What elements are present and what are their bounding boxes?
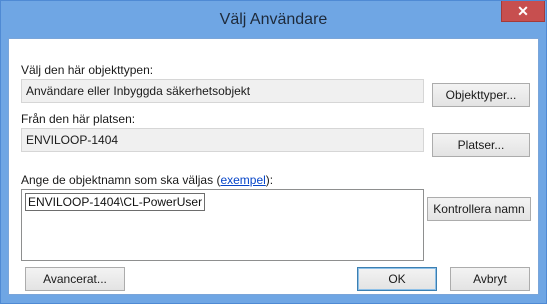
title-bar[interactable]: Välj Användare ✕	[1, 1, 546, 37]
object-types-button[interactable]: Objekttyper...	[432, 83, 530, 107]
ok-button[interactable]: OK	[357, 267, 437, 291]
select-users-dialog: Välj Användare ✕ Välj den här objekttype…	[0, 0, 547, 304]
object-names-label-end: ):	[265, 173, 274, 187]
location-label: Från den här platsen:	[21, 112, 136, 126]
object-names-label-text: Ange de objektnamn som ska väljas (	[21, 173, 221, 187]
cancel-button[interactable]: Avbryt	[450, 267, 530, 291]
locations-button[interactable]: Platser...	[432, 133, 530, 157]
dialog-body: Välj den här objekttypen: Användare elle…	[8, 38, 539, 295]
object-names-value: ENVILOOP-1404\CL-PowerUser	[25, 193, 206, 211]
object-names-input[interactable]: ENVILOOP-1404\CL-PowerUser	[21, 189, 424, 261]
object-names-label: Ange de objektnamn som ska väljas (exemp…	[21, 173, 273, 187]
advanced-button[interactable]: Avancerat...	[25, 267, 125, 291]
location-field: ENVILOOP-1404	[21, 128, 424, 152]
examples-link[interactable]: exempel	[220, 173, 265, 187]
check-names-button[interactable]: Kontrollera namn	[427, 197, 531, 221]
dialog-title: Välj Användare	[219, 11, 328, 28]
object-type-field: Användare eller Inbyggda säkerhetsobjekt	[21, 79, 424, 103]
close-button[interactable]: ✕	[501, 1, 545, 22]
object-type-label: Välj den här objekttypen:	[21, 63, 154, 77]
close-icon: ✕	[517, 3, 529, 19]
